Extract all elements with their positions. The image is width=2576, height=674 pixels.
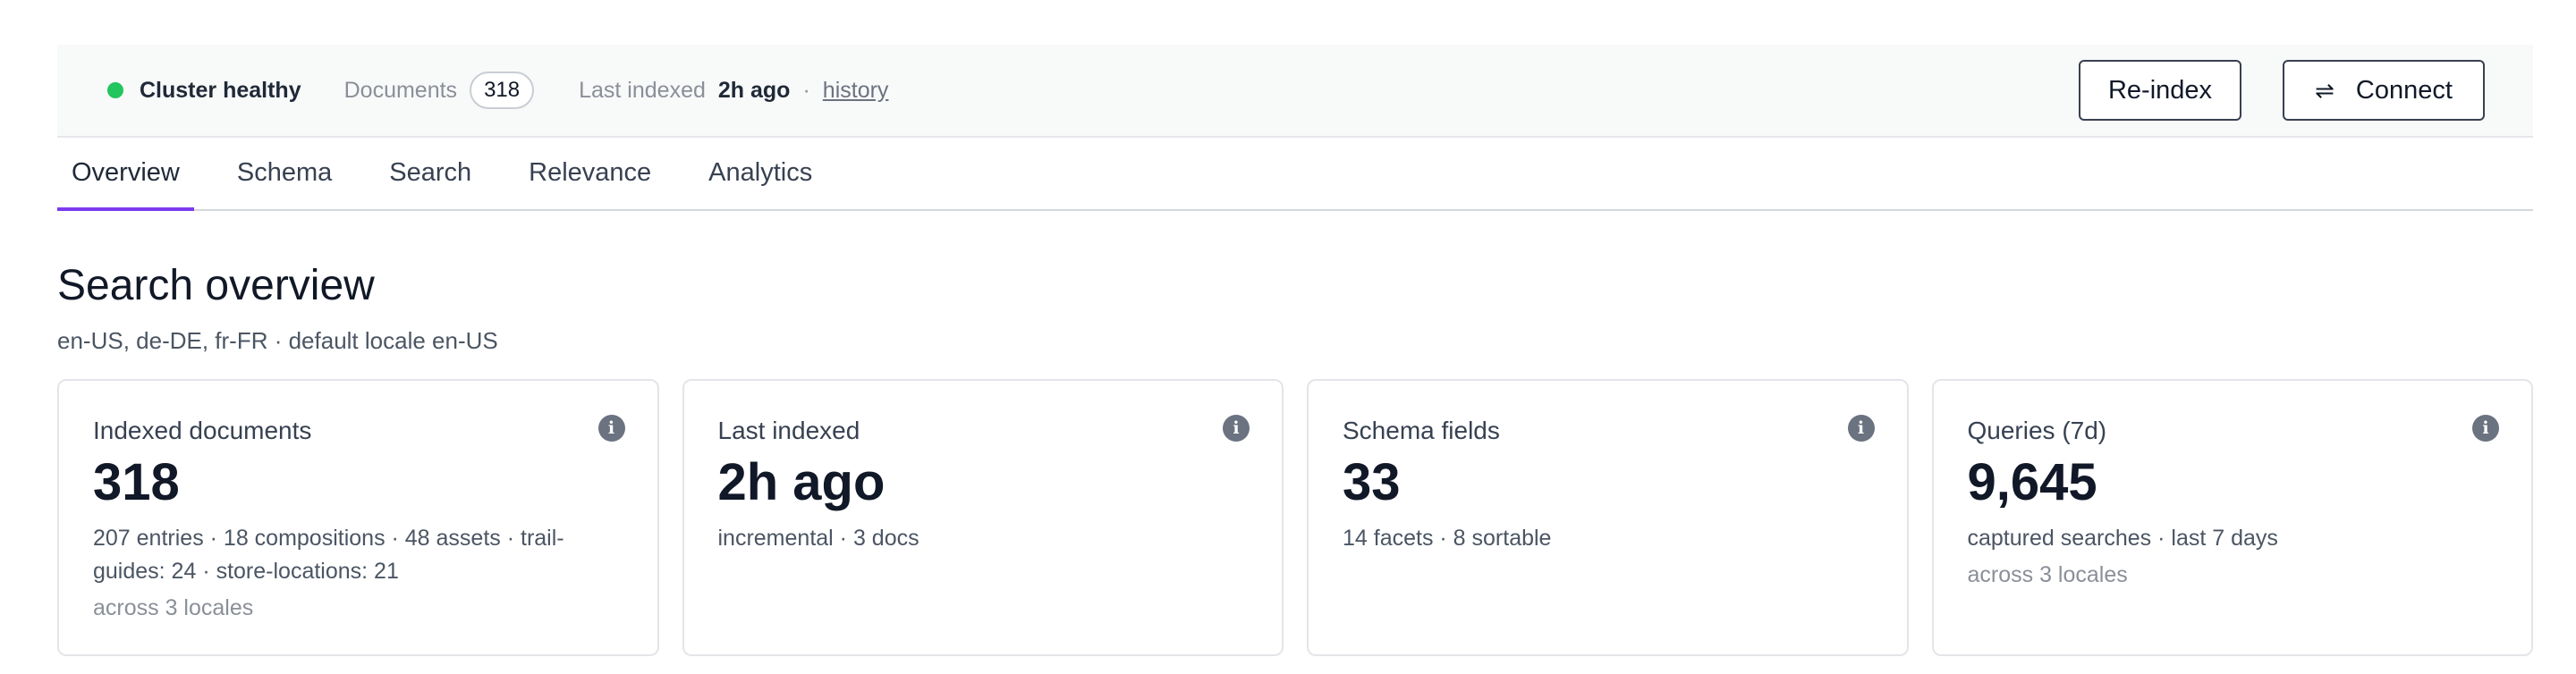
documents-label: Documents [343, 77, 458, 103]
cluster-health-label: Cluster healthy [140, 77, 301, 103]
info-icon[interactable]: i [2472, 415, 2499, 442]
info-icon[interactable]: i [1223, 415, 1250, 442]
card-detail: 14 facets · 8 sortable [1343, 526, 1552, 551]
card-last-indexed: Last indexed 2h ago incremental · 3 docs… [682, 379, 1284, 656]
card-detail: captured searches · last 7 days [1967, 526, 2278, 551]
card-indexed-documents: Indexed documents 318 207 entries · 18 c… [57, 379, 659, 656]
card-foot: across 3 locales [1967, 562, 2128, 587]
search-overview-page: Cluster healthy Documents 318 Last index… [57, 45, 2533, 656]
reindex-button[interactable]: Re-index [2079, 60, 2241, 121]
tab-schema[interactable]: Schema [223, 138, 346, 211]
card-schema-fields: Schema fields 33 14 facets · 8 sortable … [1307, 379, 1909, 656]
health-indicator-icon [107, 82, 123, 98]
tab-analytics[interactable]: Analytics [694, 138, 826, 211]
status-separator: · [802, 77, 810, 103]
card-value: 9,645 [1967, 453, 2097, 511]
status-bar: Cluster healthy Documents 318 Last index… [57, 45, 2533, 138]
tab-overview[interactable]: Overview [57, 138, 194, 211]
stat-cards: Indexed documents 318 207 entries · 18 c… [57, 379, 2533, 656]
card-value: 318 [93, 453, 180, 511]
card-label: Last indexed [717, 417, 860, 444]
page-title: Search overview [57, 262, 375, 309]
card-label: Indexed documents [93, 417, 312, 444]
last-indexed-label: Last indexed [579, 77, 706, 103]
last-indexed-value: 2h ago [717, 77, 791, 103]
swap-arrows-icon: ⇌ [2315, 76, 2334, 104]
tab-relevance[interactable]: Relevance [514, 138, 665, 211]
tab-search[interactable]: Search [375, 138, 486, 211]
documents-count-badge: 318 [470, 72, 535, 109]
card-detail: incremental · 3 docs [717, 526, 919, 551]
info-icon[interactable]: i [597, 415, 625, 442]
tab-bar: Overview Schema Search Relevance Analyti… [57, 138, 2533, 211]
card-queries-7d: Queries (7d) 9,645 captured searches · l… [1931, 379, 2533, 656]
card-label: Queries (7d) [1967, 417, 2107, 444]
info-icon[interactable]: i [1847, 415, 1875, 442]
card-label: Schema fields [1343, 417, 1500, 444]
card-value: 33 [1343, 453, 1401, 511]
connect-button-label: Connect [2355, 75, 2453, 105]
card-detail: 207 entries · 18 compositions · 48 asset… [93, 526, 564, 584]
connect-button[interactable]: ⇌ Connect [2283, 60, 2485, 121]
card-foot: across 3 locales [93, 595, 254, 620]
history-link[interactable]: history [823, 78, 889, 104]
page-subtitle: en-US, de-DE, fr-FR · default locale en-… [57, 327, 498, 354]
card-value: 2h ago [717, 453, 886, 511]
